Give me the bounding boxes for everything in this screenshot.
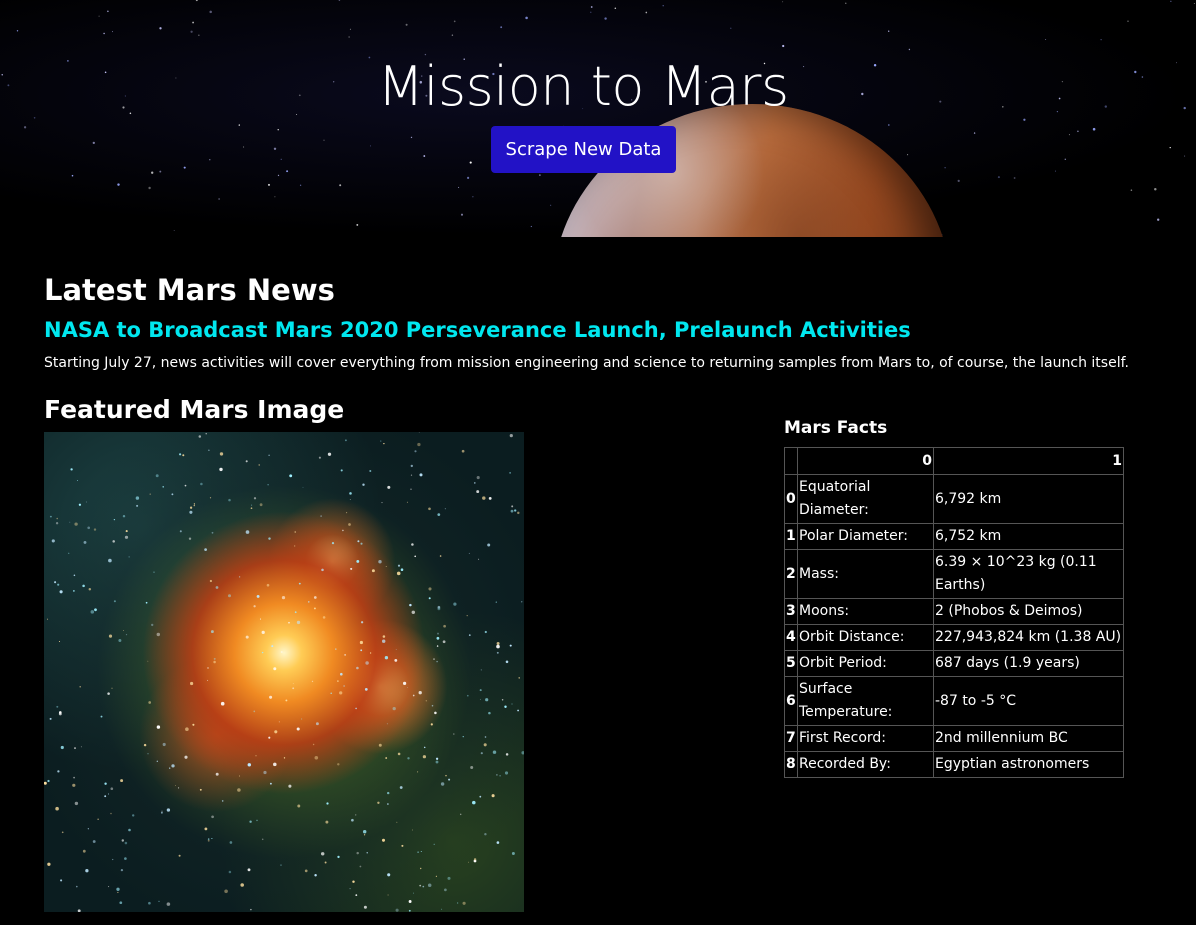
page-title: Mission to Mars [377, 55, 789, 118]
fact-label: Mass: [797, 549, 934, 599]
table-row: 4 Orbit Distance: 227,943,824 km (1.38 A… [784, 624, 1124, 651]
row-index: 1 [784, 523, 798, 550]
news-teaser: Starting July 27, news activities will c… [44, 355, 1129, 371]
row-index: 2 [784, 549, 798, 599]
row-index: 3 [784, 598, 798, 625]
table-header-index [784, 447, 798, 475]
fact-label: First Record: [797, 725, 934, 752]
mars-facts-heading: Mars Facts [784, 418, 888, 438]
table-row: 7 First Record: 2nd millennium BC [784, 725, 1124, 752]
table-header-row: 0 1 [784, 447, 1124, 475]
fact-value: 687 days (1.9 years) [933, 650, 1124, 677]
nebula-star-points [44, 432, 524, 912]
scrape-new-data-button[interactable]: Scrape New Data [491, 126, 676, 173]
fact-label: Moons: [797, 598, 934, 625]
table-row: 6 Surface Temperature: -87 to -5 °C [784, 676, 1124, 726]
fact-value: 6,792 km [933, 474, 1124, 524]
fact-label: Equatorial Diameter: [797, 474, 934, 524]
hero-banner: Mission to Mars Scrape New Data [0, 0, 1196, 237]
news-title-link[interactable]: NASA to Broadcast Mars 2020 Perseverance… [44, 314, 911, 346]
fact-label: Polar Diameter: [797, 523, 934, 550]
fact-value: -87 to -5 °C [933, 676, 1124, 726]
fact-value: 2 (Phobos & Deimos) [933, 598, 1124, 625]
row-index: 0 [784, 474, 798, 524]
table-row: 0 Equatorial Diameter: 6,792 km [784, 474, 1124, 524]
fact-value: 2nd millennium BC [933, 725, 1124, 752]
fact-value: 6.39 × 10^23 kg (0.11 Earths) [933, 549, 1124, 599]
row-index: 6 [784, 676, 798, 726]
mars-facts-table: 0 1 0 Equatorial Diameter: 6,792 km 1 Po… [784, 447, 1124, 778]
row-index: 4 [784, 624, 798, 651]
table-row: 1 Polar Diameter: 6,752 km [784, 523, 1124, 550]
fact-label: Recorded By: [797, 751, 934, 778]
table-header-col-1: 1 [933, 447, 1124, 475]
row-index: 8 [784, 751, 798, 778]
row-index: 7 [784, 725, 798, 752]
table-header-col-0: 0 [797, 447, 934, 475]
fact-label: Surface Temperature: [797, 676, 934, 726]
fact-value: 6,752 km [933, 523, 1124, 550]
table-row: 3 Moons: 2 (Phobos & Deimos) [784, 598, 1124, 625]
table-row: 5 Orbit Period: 687 days (1.9 years) [784, 650, 1124, 677]
fact-value: 227,943,824 km (1.38 AU) [933, 624, 1124, 651]
featured-image[interactable] [44, 432, 524, 912]
latest-news-heading: Latest Mars News [44, 273, 335, 307]
fact-value: Egyptian astronomers [933, 751, 1124, 778]
fact-label: Orbit Period: [797, 650, 934, 677]
table-row: 2 Mass: 6.39 × 10^23 kg (0.11 Earths) [784, 549, 1124, 599]
row-index: 5 [784, 650, 798, 677]
page: Mission to Mars Scrape New Data Latest M… [0, 0, 1196, 925]
featured-image-heading: Featured Mars Image [44, 395, 345, 424]
fact-label: Orbit Distance: [797, 624, 934, 651]
table-row: 8 Recorded By: Egyptian astronomers [784, 751, 1124, 778]
